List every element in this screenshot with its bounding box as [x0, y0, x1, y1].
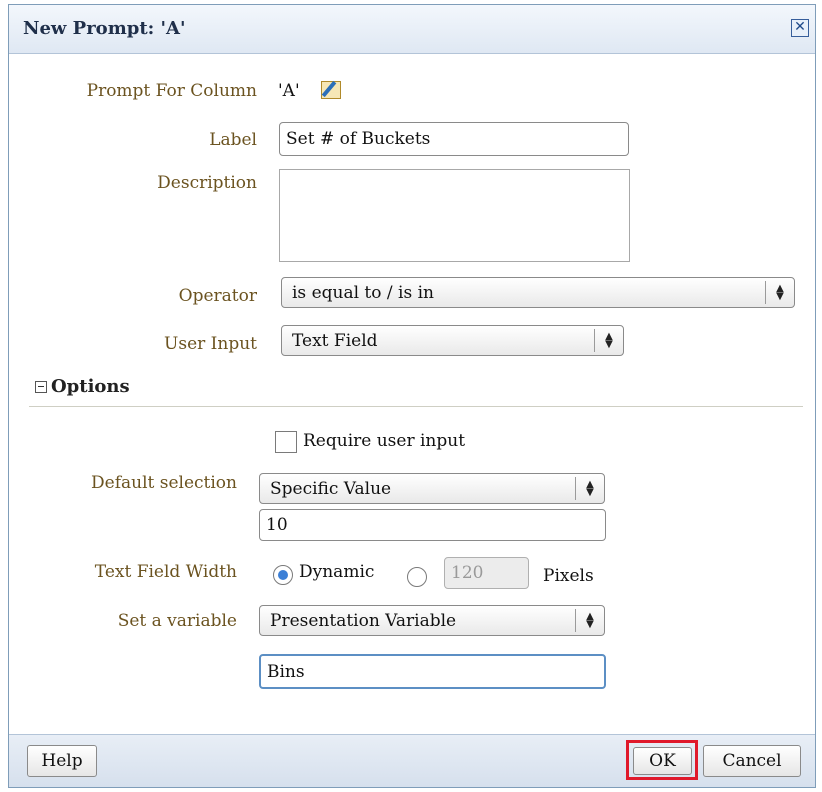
default-value-text: 10	[266, 515, 288, 535]
options-header: Options	[51, 376, 130, 397]
operator-select-value: is equal to / is in	[292, 282, 434, 303]
operator-select[interactable]: is equal to / is in ▲ ▼	[281, 277, 795, 308]
set-variable-select[interactable]: Presentation Variable ▲ ▼	[259, 605, 605, 636]
edit-formula-icon[interactable]	[321, 80, 341, 99]
label-input-value: Set # of Buckets	[286, 129, 431, 149]
dialog-titlebar: New Prompt: 'A' ✕	[9, 5, 815, 54]
pixels-width-radio[interactable]	[407, 567, 427, 587]
updown-arrows-icon: ▲ ▼	[605, 330, 613, 350]
default-selection-label: Default selection	[91, 473, 237, 493]
default-value-input[interactable]: 10	[259, 509, 606, 541]
pixels-width-input[interactable]: 120	[444, 557, 529, 589]
pixels-label: Pixels	[543, 566, 594, 586]
help-button[interactable]: Help	[27, 745, 97, 777]
dialog-footer: Help OK Cancel	[9, 734, 815, 787]
prompt-for-column-label: Prompt For Column	[86, 81, 257, 101]
pixels-width-value: 120	[451, 563, 484, 583]
variable-name-input[interactable]: Bins	[259, 654, 606, 689]
cancel-button[interactable]: Cancel	[703, 745, 801, 777]
label-field-label: Label	[209, 130, 257, 150]
user-input-select[interactable]: Text Field ▲ ▼	[281, 325, 624, 356]
options-section-toggle[interactable]: Options	[35, 376, 130, 397]
default-selection-value: Specific Value	[270, 478, 392, 499]
prompt-for-column-value: 'A'	[278, 81, 300, 101]
set-variable-value: Presentation Variable	[270, 610, 457, 631]
collapse-icon	[35, 380, 47, 393]
updown-arrows-icon: ▲ ▼	[586, 610, 594, 630]
ok-button[interactable]: OK	[633, 747, 692, 775]
user-input-label: User Input	[164, 334, 257, 354]
dialog-title: New Prompt: 'A'	[23, 18, 186, 39]
operator-label: Operator	[178, 286, 257, 306]
user-input-select-value: Text Field	[292, 330, 378, 351]
require-user-input-checkbox[interactable]	[275, 431, 297, 453]
new-prompt-dialog: New Prompt: 'A' ✕ Prompt For Column 'A' …	[8, 4, 816, 788]
updown-arrows-icon: ▲ ▼	[776, 282, 784, 302]
require-user-input-label: Require user input	[303, 431, 466, 451]
description-label: Description	[157, 173, 257, 193]
default-selection-select[interactable]: Specific Value ▲ ▼	[259, 473, 605, 504]
options-divider	[29, 406, 803, 407]
label-input[interactable]: Set # of Buckets	[279, 122, 629, 156]
dynamic-width-label: Dynamic	[299, 562, 375, 582]
dynamic-width-radio[interactable]	[273, 565, 293, 585]
variable-name-value: Bins	[267, 661, 305, 682]
description-textarea[interactable]	[279, 169, 630, 262]
text-field-width-label: Text Field Width	[94, 562, 237, 582]
close-icon[interactable]: ✕	[791, 19, 809, 37]
updown-arrows-icon: ▲ ▼	[586, 478, 594, 498]
set-variable-label: Set a variable	[117, 611, 237, 631]
